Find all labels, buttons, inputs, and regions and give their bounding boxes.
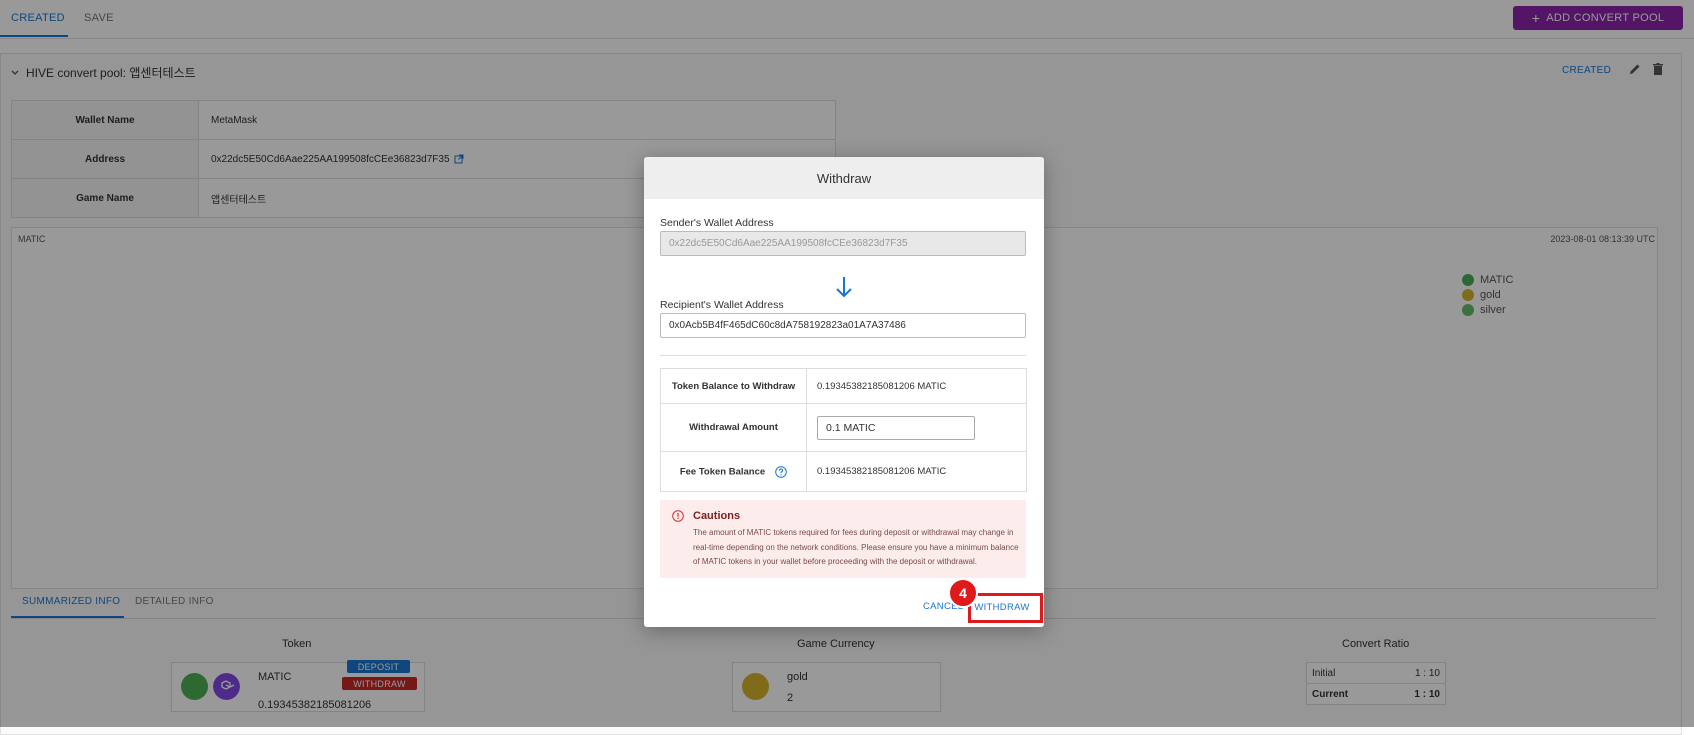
error-circle-icon — [672, 510, 684, 522]
divider — [660, 355, 1026, 356]
dialog-title: Withdraw — [644, 157, 1044, 199]
table-row: Withdrawal Amount 0.1 MATIC — [660, 403, 1027, 452]
arrow-down-icon — [836, 277, 852, 298]
sender-address-field: 0x22dc5E50Cd6Aae225AA199508fcCEe36823d7F… — [660, 231, 1026, 256]
cautions-text: The amount of MATIC tokens required for … — [693, 528, 1019, 566]
table-row: Token Balance to Withdraw 0.193453821850… — [660, 368, 1027, 404]
balance-label: Token Balance to Withdraw — [660, 368, 807, 404]
withdrawal-amount-input[interactable]: 0.1 MATIC — [817, 415, 975, 440]
fee-balance-value: 0.19345382185081206 MATIC — [806, 451, 1027, 492]
recipient-address-label: Recipient's Wallet Address — [660, 299, 784, 311]
table-row: Fee Token Balance 0.19345382185081206 MA… — [660, 451, 1027, 492]
step-number-badge: 4 — [948, 578, 978, 608]
balance-value: 0.19345382185081206 MATIC — [806, 368, 1027, 404]
withdrawal-amount-cell: 0.1 MATIC — [806, 403, 1027, 452]
cautions-title: Cautions — [693, 510, 741, 522]
fee-balance-label: Fee Token Balance — [679, 466, 766, 478]
recipient-address-field[interactable]: 0x0Acb5B4fF465dC60c8dA758192823a01A7A374… — [660, 313, 1026, 338]
fee-balance-cell: Fee Token Balance — [660, 451, 807, 492]
step-highlight-box — [968, 593, 1043, 623]
withdraw-details-table: Token Balance to Withdraw 0.193453821850… — [660, 368, 1027, 492]
sender-address-label: Sender's Wallet Address — [660, 217, 774, 229]
withdraw-dialog: Withdraw Sender's Wallet Address 0x22dc5… — [644, 157, 1044, 627]
help-icon[interactable] — [775, 465, 787, 478]
cautions-box: Cautions The amount of MATIC tokens requ… — [660, 500, 1026, 578]
withdrawal-amount-label: Withdrawal Amount — [660, 403, 807, 452]
